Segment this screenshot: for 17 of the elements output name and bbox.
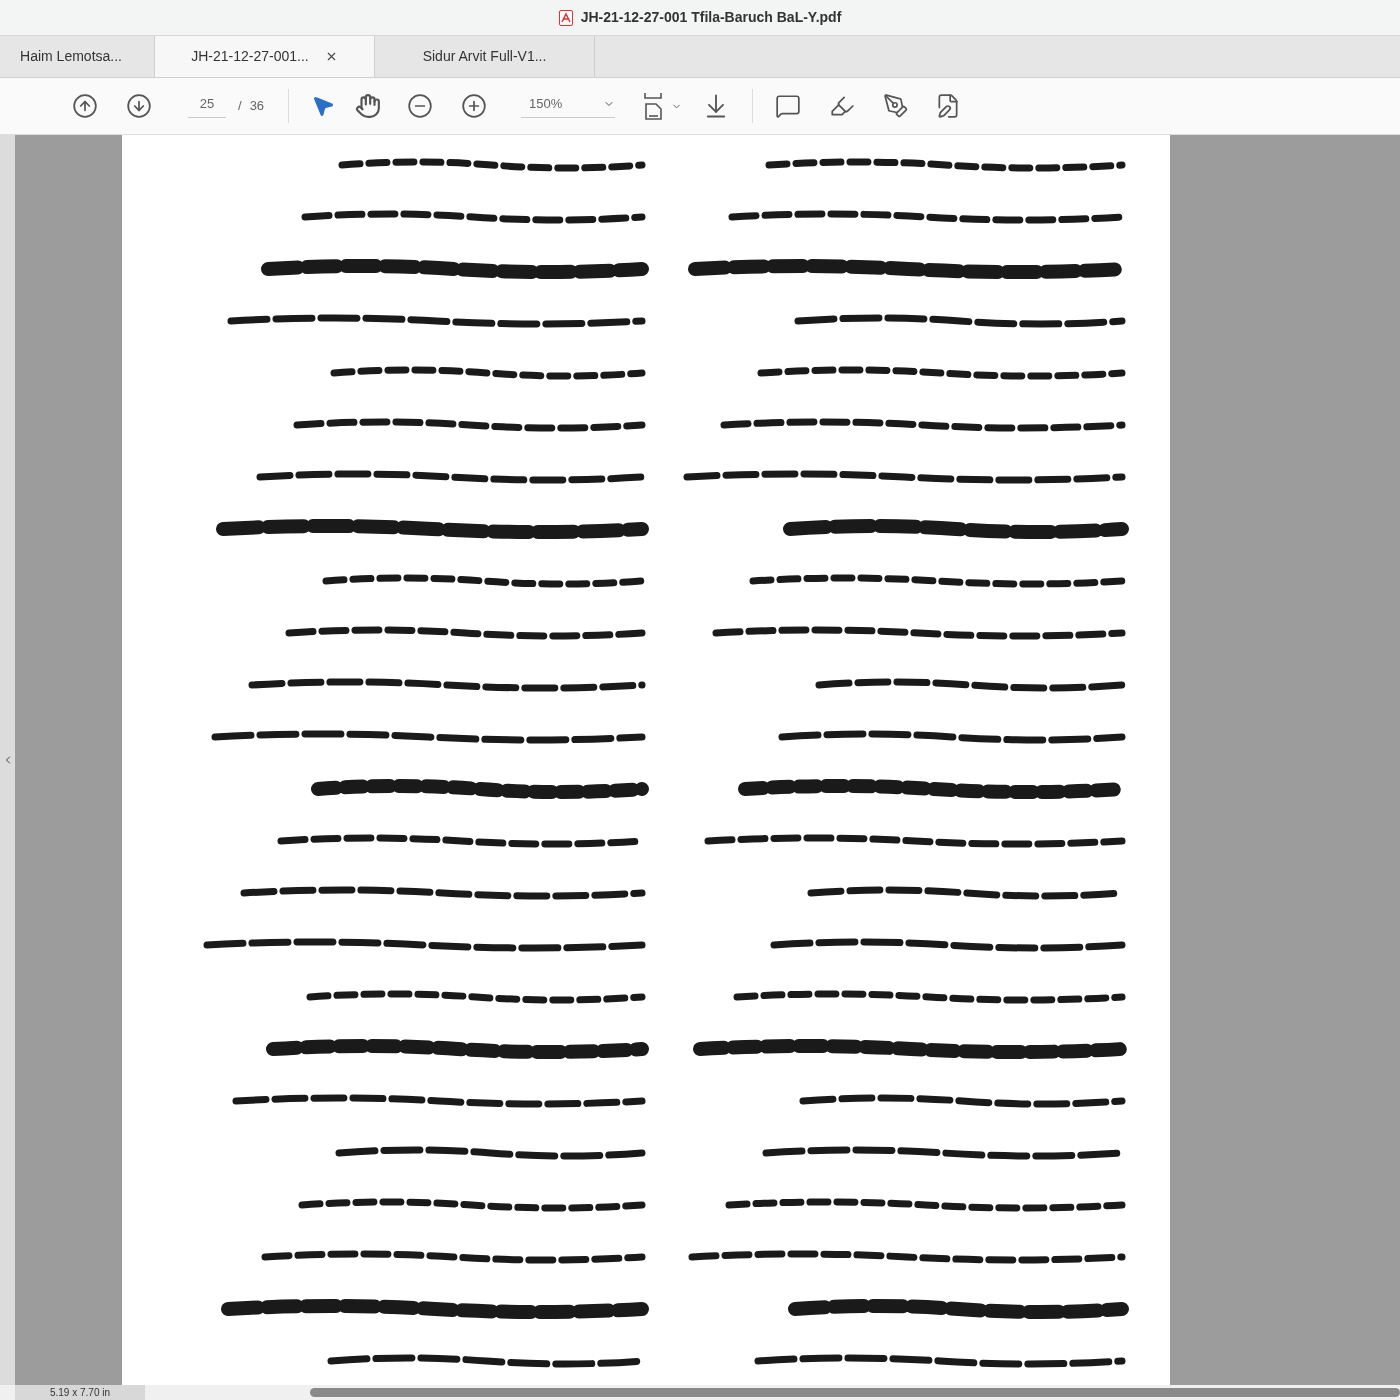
- hand-tool[interactable]: [355, 93, 382, 119]
- page-number-field[interactable]: 25: [188, 93, 226, 119]
- comment-button[interactable]: [775, 93, 802, 119]
- page-size-label: 5.19 x 7.70 in: [15, 1385, 145, 1400]
- tab-label: Sidur Arvit Full-V1...: [422, 47, 547, 66]
- tab-label: Haim Lemotsa...: [20, 47, 122, 66]
- pdf-file-icon: [558, 9, 573, 26]
- document-tab[interactable]: JH-21-12-27-001...: [155, 36, 375, 77]
- pen-tool-button[interactable]: [883, 93, 910, 119]
- horizontal-scrollbar[interactable]: [310, 1388, 1400, 1397]
- window-title: JH-21-12-27-001 Tfila-Baruch BaL-Y.pdf: [580, 8, 842, 27]
- zoom-dropdown[interactable]: 150%: [521, 93, 616, 119]
- pointer-tool[interactable]: [311, 94, 336, 118]
- page-separator: /: [238, 97, 242, 116]
- fit-page-button[interactable]: [641, 91, 683, 121]
- page-total: 36: [249, 97, 265, 116]
- tab-label: JH-21-12-27-001...: [191, 47, 309, 66]
